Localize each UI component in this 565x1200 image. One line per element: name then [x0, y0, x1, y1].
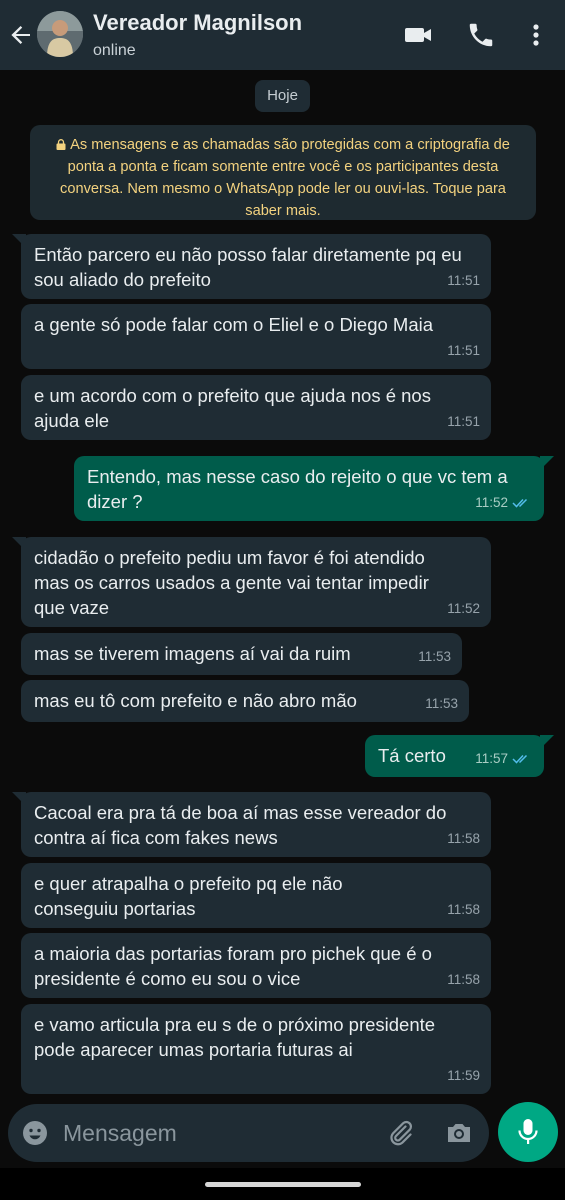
chat-header: Vereador Magnilson online [0, 0, 565, 70]
encryption-notice[interactable]: As mensagens e as chamadas são protegida… [30, 125, 536, 220]
message-time: 11:58 [447, 831, 480, 846]
message-bubble-incoming[interactable]: mas se tiverem imagens aí vai da ruim 11… [21, 633, 462, 675]
message-text: Cacoal era pra tá de boa aí mas esse ver… [34, 802, 447, 848]
date-chip: Hoje [255, 80, 310, 112]
phone-call-icon[interactable] [466, 20, 496, 50]
video-call-icon[interactable] [403, 20, 433, 50]
message-text: mas eu tô com prefeito e não abro mão [34, 690, 357, 711]
more-vert-icon[interactable] [521, 20, 551, 50]
message-text: Entendo, mas nesse caso do rejeito o que… [87, 466, 508, 512]
home-gesture-handle[interactable] [205, 1182, 361, 1187]
emoji-icon[interactable] [20, 1118, 50, 1148]
message-time: 11:58 [447, 902, 480, 917]
message-time: 11:52 [447, 601, 480, 616]
message-time: 11:57 [475, 751, 508, 766]
message-time: 11:52 [475, 495, 508, 510]
camera-icon[interactable] [443, 1117, 475, 1149]
avatar[interactable] [37, 11, 83, 57]
mic-button[interactable] [498, 1102, 558, 1162]
message-time: 11:51 [447, 414, 480, 429]
message-bubble-incoming[interactable]: e vamo articula pra eu s de o próximo pr… [21, 1004, 491, 1094]
message-text: mas se tiverem imagens aí vai da ruim [34, 643, 351, 664]
message-text: cidadão o prefeito pediu um favor é foi … [34, 547, 429, 618]
attach-icon[interactable] [385, 1117, 417, 1149]
message-text: a maioria das portarias foram pro pichek… [34, 943, 432, 989]
message-bubble-incoming[interactable]: Cacoal era pra tá de boa aí mas esse ver… [21, 792, 491, 857]
message-bubble-incoming[interactable]: cidadão o prefeito pediu um favor é foi … [21, 537, 491, 627]
mic-icon [518, 1119, 538, 1144]
contact-status: online [93, 42, 136, 59]
message-time: 11:51 [447, 273, 480, 288]
message-time: 11:51 [447, 343, 480, 358]
message-bubble-incoming[interactable]: a gente só pode falar com o Eliel e o Di… [21, 304, 491, 369]
message-text: e quer atrapalha o prefeito pq ele não c… [34, 873, 343, 919]
back-arrow-icon[interactable] [8, 22, 34, 48]
message-time: 11:59 [447, 1068, 480, 1083]
message-bubble-outgoing[interactable]: Tá certo 11:57 [365, 735, 544, 777]
message-text: e vamo articula pra eu s de o próximo pr… [34, 1014, 436, 1060]
message-text: e um acordo com o prefeito que ajuda nos… [34, 385, 431, 431]
message-bubble-incoming[interactable]: mas eu tô com prefeito e não abro mão 11… [21, 680, 469, 722]
message-time: 11:53 [425, 696, 458, 711]
read-ticks-icon [512, 754, 528, 764]
contact-name[interactable]: Vereador Magnilson [93, 10, 302, 36]
read-ticks-icon [512, 498, 528, 508]
message-time: 11:53 [418, 649, 451, 664]
message-input-placeholder[interactable]: Mensagem [63, 1120, 177, 1147]
encryption-notice-text: As mensagens e as chamadas são protegida… [60, 137, 510, 219]
message-text: a gente só pode falar com o Eliel e o Di… [34, 314, 434, 335]
message-text: Então parcero eu não posso falar diretam… [34, 244, 462, 290]
message-bubble-incoming[interactable]: Então parcero eu não posso falar diretam… [21, 234, 491, 299]
message-bubble-incoming[interactable]: e um acordo com o prefeito que ajuda nos… [21, 375, 491, 440]
lock-icon [56, 139, 66, 150]
message-bubble-incoming[interactable]: a maioria das portarias foram pro pichek… [21, 933, 491, 998]
message-bubble-outgoing[interactable]: Entendo, mas nesse caso do rejeito o que… [74, 456, 544, 521]
message-time: 11:58 [447, 972, 480, 987]
message-bubble-incoming[interactable]: e quer atrapalha o prefeito pq ele não c… [21, 863, 491, 928]
